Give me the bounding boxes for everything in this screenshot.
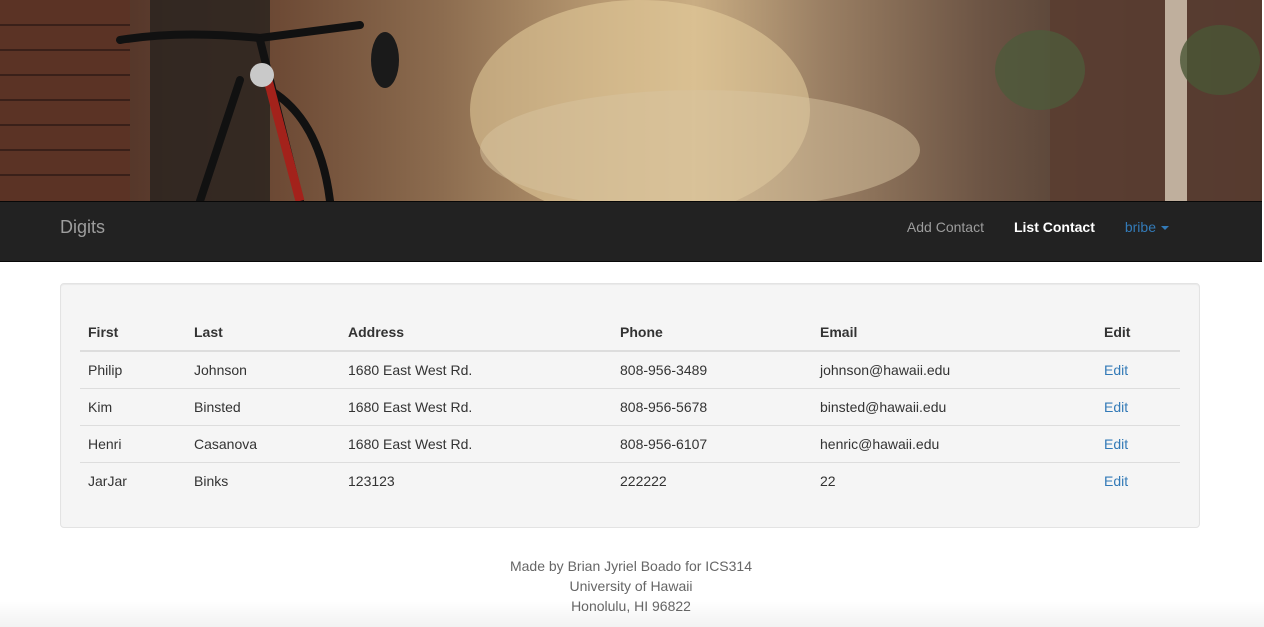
cell-first: Kim bbox=[80, 388, 186, 426]
cell-phone: 808-956-3489 bbox=[620, 362, 708, 378]
table-row: Kim Binsted 1680 East West Rd. 808-956-5… bbox=[80, 388, 1180, 426]
header-phone: Phone bbox=[612, 303, 812, 352]
edit-link[interactable]: Edit bbox=[1104, 362, 1128, 378]
header-address: Address bbox=[340, 303, 612, 352]
cell-email: johnson@hawaii.edu bbox=[820, 362, 951, 378]
bicycle-bell bbox=[250, 63, 274, 87]
header-email: Email bbox=[812, 303, 1096, 352]
caret-down-icon bbox=[1161, 226, 1169, 231]
nav-add-contact[interactable]: Add Contact bbox=[892, 202, 999, 253]
navbar: Digits Add Contact List Contact bribe bbox=[0, 201, 1262, 262]
cell-address: 1680 East West Rd. bbox=[348, 362, 473, 378]
nav-list-contact[interactable]: List Contact bbox=[999, 202, 1110, 253]
plant bbox=[995, 30, 1085, 110]
cell-edit: Edit bbox=[1096, 351, 1180, 389]
banner-illustration bbox=[0, 0, 1262, 201]
cell-edit: Edit bbox=[1096, 425, 1180, 463]
cell-email: 22 bbox=[812, 462, 1096, 499]
cell-first: JarJar bbox=[80, 462, 186, 499]
cell-edit: Edit bbox=[1096, 462, 1180, 499]
table-row: Philip Johnson 1680 East West Rd. 808-95… bbox=[80, 351, 1180, 389]
footer-credit: Made by Brian Jyriel Boado for ICS314 bbox=[509, 558, 752, 574]
user-dropdown-label: bribe bbox=[1124, 219, 1156, 235]
edit-link[interactable]: Edit bbox=[1104, 399, 1128, 415]
cell-phone: 808-956-5678 bbox=[612, 388, 812, 426]
edit-link[interactable]: Edit bbox=[1104, 436, 1128, 452]
cell-address: 123123 bbox=[340, 462, 612, 499]
table-header-row: First Last Address Phone Email Edit bbox=[80, 303, 1180, 352]
header-last: Last bbox=[186, 303, 340, 352]
table-row: Henri Casanova 1680 East West Rd. 808-95… bbox=[80, 425, 1180, 463]
page: Digits Add Contact List Contact bribe Fi… bbox=[0, 0, 1264, 627]
nav-right: Add Contact List Contact bribe bbox=[892, 202, 1184, 261]
cell-last: Binks bbox=[186, 462, 340, 499]
header-edit: Edit bbox=[1096, 303, 1180, 352]
cell-phone: 808-956-6107 bbox=[612, 425, 812, 463]
cell-email: binsted@hawaii.edu bbox=[812, 388, 1096, 426]
cell-last: Johnson bbox=[194, 362, 247, 378]
table-row: JarJar Binks 123123 222222 22 Edit bbox=[80, 462, 1180, 499]
footer-university: University of Hawaii bbox=[569, 578, 693, 594]
user-dropdown[interactable]: bribe bbox=[1110, 202, 1184, 253]
cell-address: 1680 East West Rd. bbox=[340, 388, 612, 426]
cell-first: Henri bbox=[80, 425, 186, 463]
footer-shadow bbox=[0, 601, 1264, 627]
cell-email: henric@hawaii.edu bbox=[812, 425, 1096, 463]
contacts-table: First Last Address Phone Email Edit Phil… bbox=[80, 303, 1180, 499]
cell-address: 1680 East West Rd. bbox=[340, 425, 612, 463]
cell-last: Binsted bbox=[186, 388, 340, 426]
brand-link[interactable]: Digits bbox=[60, 202, 105, 261]
header-banner-image bbox=[0, 0, 1262, 201]
cell-first: Philip bbox=[88, 362, 123, 378]
cell-edit: Edit bbox=[1096, 388, 1180, 426]
cell-phone: 222222 bbox=[612, 462, 812, 499]
contacts-panel: First Last Address Phone Email Edit Phil… bbox=[60, 283, 1200, 528]
edit-link[interactable]: Edit bbox=[1104, 473, 1128, 489]
cell-last: Casanova bbox=[186, 425, 340, 463]
header-first: First bbox=[80, 303, 186, 352]
